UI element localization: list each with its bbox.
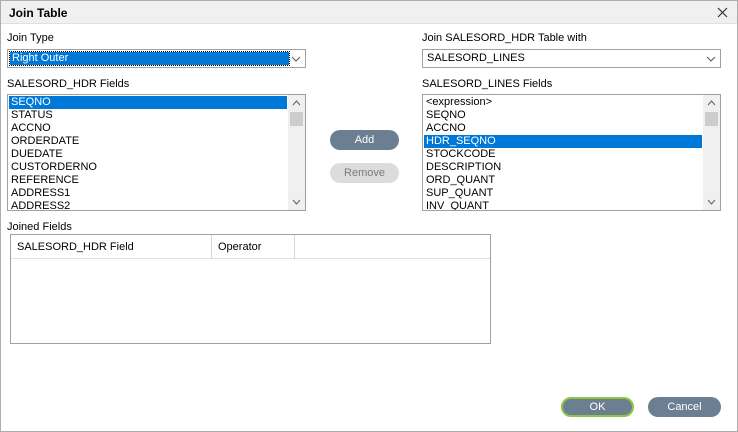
- dialog-title: Join Table: [9, 6, 68, 20]
- remove-button[interactable]: Remove: [330, 163, 399, 183]
- ok-button[interactable]: OK: [561, 397, 634, 417]
- list-item[interactable]: INV_QUANT: [424, 200, 702, 210]
- column-header-hdr-field[interactable]: SALESORD_HDR Field: [11, 235, 212, 259]
- list-item[interactable]: ADDRESS1: [9, 187, 287, 200]
- left-fields-list[interactable]: SEQNO STATUS ACCNO ORDERDATE DUEDATE CUSTORDE…: [7, 94, 306, 211]
- chevron-down-icon: [291, 56, 301, 62]
- column-header-operator[interactable]: Operator: [212, 235, 295, 259]
- joined-fields-grid[interactable]: SALESORD_HDR Field Operator: [10, 234, 491, 344]
- list-item[interactable]: DUEDATE: [9, 148, 287, 161]
- chevron-down-icon: [707, 199, 716, 205]
- right-fields-label: SALESORD_LINES Fields: [422, 78, 553, 90]
- right-fields-list[interactable]: <expression> SEQNO ACCNO HDR_SEQNO STOCKCODE…: [422, 94, 721, 211]
- chevron-down-icon: [706, 56, 716, 62]
- join-with-dropdown[interactable]: SALESORD_LINES: [422, 49, 721, 68]
- list-item[interactable]: STOCKCODE: [424, 148, 702, 161]
- list-item[interactable]: ADDRESS2: [9, 200, 287, 210]
- join-with-value: SALESORD_LINES: [427, 52, 525, 64]
- chevron-down-icon: [292, 199, 301, 205]
- scroll-thumb[interactable]: [290, 112, 303, 126]
- list-item[interactable]: DESCRIPTION: [424, 161, 702, 174]
- scroll-up-button[interactable]: [703, 95, 720, 111]
- join-type-dropdown[interactable]: Right Outer: [7, 49, 306, 68]
- close-button[interactable]: [714, 4, 731, 21]
- scroll-down-button[interactable]: [703, 194, 720, 210]
- scroll-up-button[interactable]: [288, 95, 305, 111]
- scroll-thumb[interactable]: [705, 112, 718, 126]
- left-fields-scrollbar[interactable]: [288, 95, 305, 210]
- cancel-button[interactable]: Cancel: [648, 397, 721, 417]
- join-table-dialog: Join Table Join Type Right Outer Join SA…: [0, 0, 738, 432]
- list-item[interactable]: ORD_QUANT: [424, 174, 702, 187]
- scroll-down-button[interactable]: [288, 194, 305, 210]
- list-item[interactable]: REFERENCE: [9, 174, 287, 187]
- list-item[interactable]: SUP_QUANT: [424, 187, 702, 200]
- chevron-up-icon: [707, 100, 716, 106]
- left-fields-label: SALESORD_HDR Fields: [7, 78, 130, 90]
- join-with-label: Join SALESORD_HDR Table with: [422, 32, 587, 44]
- joined-fields-label: Joined Fields: [7, 221, 72, 233]
- list-item[interactable]: SEQNO: [9, 96, 287, 109]
- joined-fields-header: SALESORD_HDR Field Operator: [11, 235, 490, 259]
- list-item[interactable]: ACCNO: [424, 122, 702, 135]
- close-icon: [717, 7, 728, 18]
- join-type-value: Right Outer: [9, 51, 290, 66]
- list-item[interactable]: <expression>: [424, 96, 702, 109]
- list-item[interactable]: ACCNO: [9, 122, 287, 135]
- add-button[interactable]: Add: [330, 130, 399, 150]
- join-type-label: Join Type: [7, 32, 54, 44]
- title-bar: Join Table: [1, 1, 737, 24]
- list-item[interactable]: HDR_SEQNO: [424, 135, 702, 148]
- right-fields-scrollbar[interactable]: [703, 95, 720, 210]
- list-item[interactable]: CUSTORDERNO: [9, 161, 287, 174]
- list-item[interactable]: STATUS: [9, 109, 287, 122]
- list-item[interactable]: ORDERDATE: [9, 135, 287, 148]
- chevron-up-icon: [292, 100, 301, 106]
- list-item[interactable]: SEQNO: [424, 109, 702, 122]
